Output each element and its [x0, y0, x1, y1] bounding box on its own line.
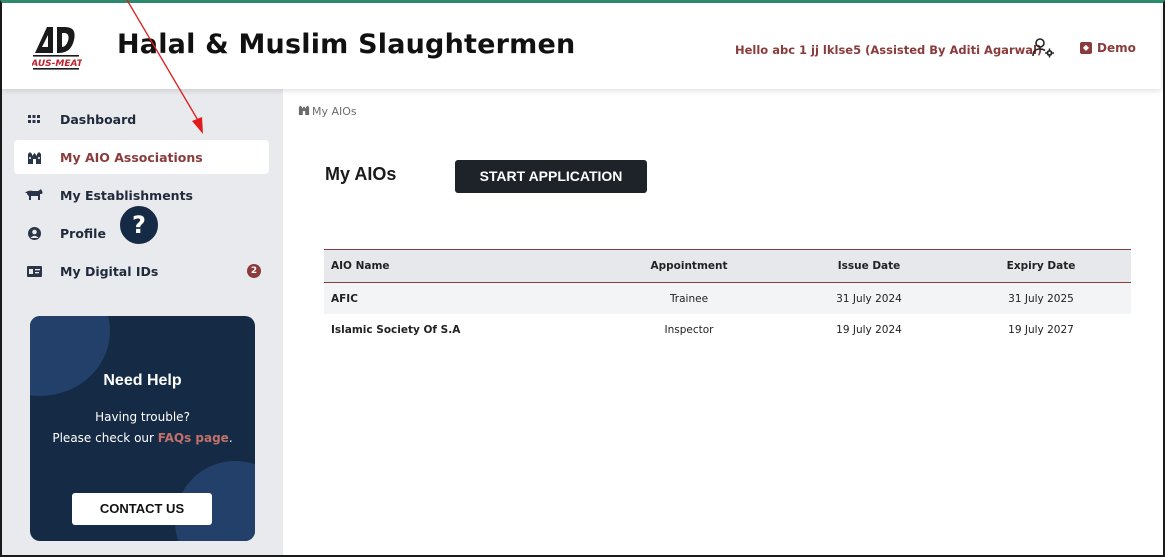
aus-meat-logo[interactable]: AUS-MEAT: [30, 23, 84, 71]
help-text-suffix: .: [228, 431, 233, 445]
cell-issue-date: 31 July 2024: [836, 292, 902, 305]
breadcrumb-item[interactable]: My AIOs: [312, 105, 357, 118]
start-application-button[interactable]: START APPLICATION: [455, 160, 647, 193]
column-header-expiry-date[interactable]: Expiry Date: [986, 250, 1096, 282]
column-header-issue-date[interactable]: Issue Date: [814, 250, 924, 282]
help-text: Having trouble?: [95, 410, 190, 424]
aio-table: AIO Name Appointment Issue Date Expiry D…: [324, 249, 1131, 345]
app-title: Halal & Muslim Slaughtermen: [117, 29, 576, 60]
cell-expiry-date: 19 July 2027: [1008, 323, 1074, 336]
user-settings-icon[interactable]: [1032, 37, 1056, 59]
user-greeting: Hello abc 1 jj lklse5 (Assisted By Aditi…: [735, 43, 1043, 57]
logo-brand-text: AUS-MEAT: [32, 59, 82, 69]
notification-badge: 2: [247, 264, 261, 278]
table-row[interactable]: AFIC Trainee 31 July 2024 31 July 2025: [324, 283, 1131, 314]
cell-issue-date: 19 July 2024: [836, 323, 902, 336]
grid-icon: [24, 111, 44, 127]
sidebar-item-my-aio-associations[interactable]: My AIO Associations: [14, 140, 269, 174]
sidebar-item-label: Dashboard: [60, 111, 137, 127]
sidebar: Dashboard My AIO Associations My Establi…: [2, 89, 283, 555]
help-text-prefix: Please check our: [52, 431, 158, 445]
building-icon: [298, 104, 310, 118]
help-card: Need Help Having trouble? Please check o…: [30, 316, 255, 541]
demo-label: Demo: [1097, 41, 1136, 55]
demo-icon: ◆: [1080, 42, 1092, 54]
sidebar-item-label: My AIO Associations: [60, 149, 203, 165]
page-title: My AIOs: [325, 164, 397, 184]
sidebar-item-label: My Establishments: [60, 187, 194, 203]
table-header: AIO Name Appointment Issue Date Expiry D…: [324, 249, 1131, 283]
column-header-aio-name[interactable]: AIO Name: [331, 250, 390, 282]
table-row[interactable]: Islamic Society Of S.A Inspector 19 July…: [324, 314, 1131, 345]
contact-us-button[interactable]: CONTACT US: [72, 493, 212, 525]
help-text-faq: Please check our FAQs page.: [30, 431, 255, 445]
sidebar-item-label: Profile: [60, 225, 106, 241]
cell-aio-name: Islamic Society Of S.A: [331, 323, 461, 336]
sidebar-item-my-digital-ids[interactable]: My Digital IDs 2: [14, 254, 269, 288]
cell-expiry-date: 31 July 2025: [1008, 292, 1074, 305]
user-circle-icon: [24, 225, 44, 241]
cow-icon: [24, 187, 44, 203]
cell-appointment: Trainee: [669, 292, 709, 305]
help-title: Need Help: [103, 372, 182, 389]
faqs-link[interactable]: FAQs page: [158, 431, 229, 445]
breadcrumb: My AIOs: [298, 104, 357, 118]
id-card-icon: [24, 263, 44, 279]
sidebar-item-label: My Digital IDs: [60, 263, 159, 279]
cell-appointment: Inspector: [664, 323, 714, 336]
top-header: AUS-MEAT Halal & Muslim Slaughtermen Hel…: [2, 3, 1161, 89]
building-icon: [24, 149, 44, 165]
column-header-appointment[interactable]: Appointment: [634, 250, 744, 282]
question-mark-icon: ?: [117, 203, 161, 247]
demo-button[interactable]: ◆ Demo: [1080, 41, 1136, 55]
sidebar-item-dashboard[interactable]: Dashboard: [14, 102, 269, 136]
cell-aio-name: AFIC: [331, 292, 358, 305]
